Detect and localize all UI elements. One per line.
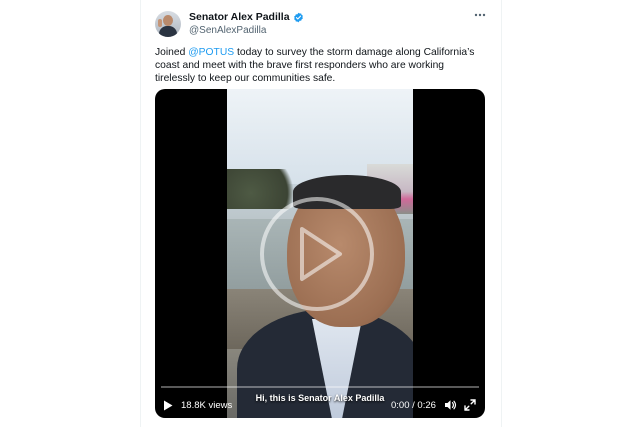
author-name[interactable]: Senator Alex Padilla — [189, 11, 290, 23]
fullscreen-icon[interactable] — [464, 399, 476, 411]
play-overlay-icon[interactable] — [260, 197, 374, 311]
play-icon[interactable] — [163, 400, 173, 411]
avatar[interactable] — [155, 11, 181, 37]
video-controls: 18.8K views 0:00 / 0:26 — [155, 395, 485, 415]
video-player[interactable]: Hi, this is Senator Alex Padilla 18.8K v… — [155, 89, 485, 418]
author-handle[interactable]: @SenAlexPadilla — [189, 25, 266, 36]
tweet-text-start: Joined — [155, 47, 189, 58]
more-horizontal-icon[interactable] — [473, 8, 487, 22]
mention-link[interactable]: @POTUS — [188, 47, 234, 58]
tweet-text: Joined @POTUS today to survey the storm … — [155, 46, 485, 85]
video-time: 0:00 / 0:26 — [391, 400, 436, 411]
author-name-row[interactable]: Senator Alex Padilla — [189, 11, 304, 23]
verified-badge-icon — [293, 12, 303, 22]
video-progress-bar[interactable] — [161, 386, 479, 388]
view-count: 18.8K views — [181, 400, 233, 411]
volume-icon[interactable] — [444, 399, 457, 411]
